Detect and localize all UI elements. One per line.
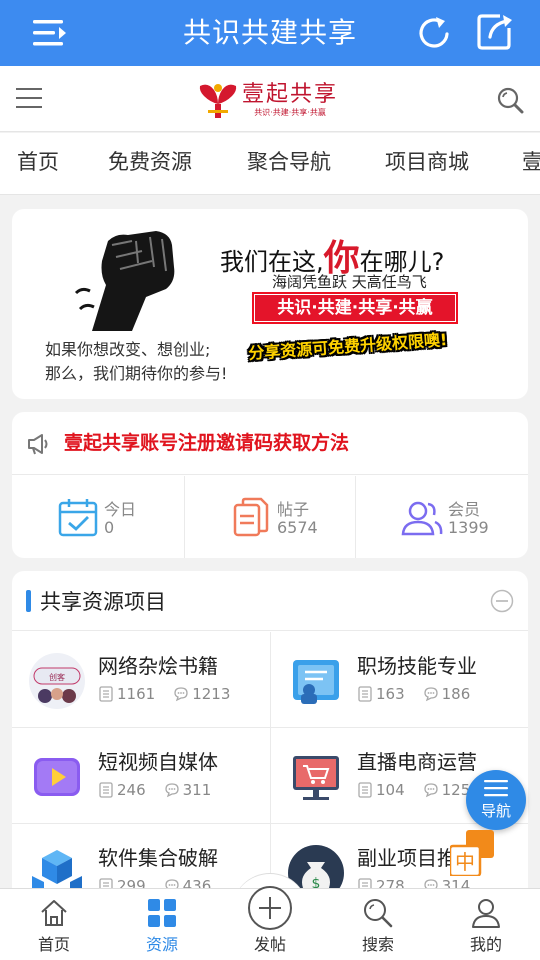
video-thumb-icon (34, 758, 80, 796)
nav-tab-more[interactable]: 壹 (522, 133, 540, 194)
stat-posts-value: 6574 (277, 518, 318, 537)
banner-subline: 海阔凭鱼跃 天高任鸟飞 (272, 273, 427, 291)
nav-tab-home[interactable]: 首页 (17, 133, 59, 194)
home-icon (41, 900, 67, 926)
threads-icon (358, 686, 372, 702)
user-icon (472, 899, 500, 928)
tab-mine-label: 我的 (469, 935, 502, 954)
banner-text-line-1: 如果你想改变、想创业; (45, 340, 211, 359)
project-reply-count: 311 (182, 781, 212, 799)
project-thread-count: 104 (376, 781, 405, 799)
plus-circle-icon[interactable] (247, 885, 293, 931)
section-accent-bar (26, 590, 31, 612)
hamburger-icon[interactable] (16, 86, 42, 110)
documents-icon (233, 497, 269, 537)
project-stats: 246 311 (98, 781, 211, 799)
logo-mark-icon (199, 84, 237, 118)
stat-today[interactable]: 今日 0 (12, 476, 184, 558)
project-thread-count: 1161 (117, 685, 156, 703)
raised-fist-icon (74, 231, 175, 331)
info-card: 壹起共享账号注册邀请码获取方法 今日 0 帖子 6574 会员 1399 (12, 412, 528, 558)
project-item[interactable]: 创客 网络杂烩书籍 1161 1213 (12, 632, 270, 728)
replies-icon (423, 687, 438, 702)
project-stats: 104 125 (357, 781, 470, 799)
app-bar: 共识共建共享 (0, 0, 540, 66)
project-item[interactable]: 短视频自媒体 246 311 (12, 728, 270, 824)
refresh-icon[interactable] (414, 12, 456, 54)
stat-members-value: 1399 (448, 518, 489, 537)
nav-tab-project-mall[interactable]: 项目商城 (385, 133, 469, 194)
tab-mine[interactable]: 我的 (436, 889, 536, 960)
stat-members-label: 会员 (448, 500, 481, 519)
notice-bar[interactable]: 壹起共享账号注册邀请码获取方法 (12, 412, 528, 475)
live-commerce-thumb-icon (293, 756, 339, 800)
banner-promo-text: 分享资源可免费升级权限噢! (247, 330, 448, 363)
books-thumb-icon: 创客 (29, 653, 85, 709)
tab-search[interactable]: 搜索 (328, 889, 428, 960)
floating-nav-label: 导航 (480, 802, 511, 820)
stat-posts-label: 帖子 (277, 500, 310, 519)
tab-search-label: 搜索 (361, 935, 394, 954)
replies-icon (174, 687, 188, 702)
threads-icon (99, 686, 113, 702)
threads-icon (99, 782, 113, 798)
project-stats: 163 186 (357, 685, 470, 703)
project-name: 直播电商运营 (357, 750, 477, 774)
nav-tab-aggregate-nav[interactable]: 聚合导航 (247, 133, 331, 194)
search-icon[interactable] (496, 86, 524, 114)
tab-home-label: 首页 (37, 935, 70, 954)
notice-text: 壹起共享账号注册邀请码获取方法 (64, 432, 350, 454)
project-reply-count: 1213 (192, 685, 231, 703)
project-name: 职场技能专业 (357, 654, 477, 678)
promo-banner[interactable]: 我们在这,你在哪儿? 海阔凭鱼跃 天高任鸟飞 共识·共建·共享·共赢 如果你想改… (12, 209, 528, 399)
tab-resources-label: 资源 (145, 935, 178, 954)
language-badge-text: 中 (455, 850, 475, 874)
search-icon (364, 899, 393, 928)
section-header: 共享资源项目 (12, 571, 528, 631)
tab-home[interactable]: 首页 (4, 889, 104, 960)
project-thread-count: 163 (376, 685, 405, 703)
nav-tabs: 首页 免费资源 聚合导航 项目商城 壹 (0, 133, 540, 195)
project-name: 软件集合破解 (98, 846, 218, 870)
menu-lines-icon (484, 780, 508, 797)
section-title: 共享资源项目 (40, 590, 166, 614)
grid-icon (148, 899, 176, 927)
stat-posts[interactable]: 帖子 6574 (184, 476, 356, 558)
share-edit-icon[interactable] (474, 10, 516, 52)
replies-icon (423, 783, 438, 798)
project-name: 短视频自媒体 (98, 750, 218, 774)
project-name: 网络杂烩书籍 (98, 654, 218, 678)
workplace-skills-thumb-icon (293, 660, 339, 704)
nav-tab-free-resources[interactable]: 免费资源 (108, 133, 192, 194)
site-header: 壹起共享 共识·共建·共享·共赢 (0, 66, 540, 132)
stat-today-value: 0 (104, 518, 115, 537)
collapse-icon[interactable] (490, 589, 514, 613)
banner-text-line-2: 那么，我们期待你的参与! (45, 364, 228, 383)
logo-brand-text: 壹起共享 (242, 82, 339, 107)
project-thread-count: 246 (117, 781, 146, 799)
project-stats: 1161 1213 (98, 685, 230, 703)
site-logo[interactable]: 壹起共享 共识·共建·共享·共赢 (196, 78, 346, 122)
banner-slogan-bar: 共识·共建·共享·共赢 (252, 292, 458, 324)
calendar-check-icon (58, 499, 98, 537)
floating-nav-button[interactable]: 导航 (466, 770, 526, 830)
language-switch-icon[interactable]: 中 (450, 830, 496, 876)
users-icon (401, 501, 443, 536)
megaphone-icon (28, 434, 48, 455)
stat-today-label: 今日 (104, 500, 137, 519)
logo-slogan: 共识·共建·共享·共赢 (254, 108, 326, 117)
threads-icon (358, 782, 372, 798)
app-title: 共识共建共享 (182, 16, 357, 49)
project-reply-count: 186 (441, 685, 471, 703)
tab-post-label: 发帖 (253, 935, 286, 954)
replies-icon (164, 783, 179, 798)
project-item[interactable]: 职场技能专业 163 186 (270, 632, 528, 728)
stat-members[interactable]: 会员 1399 (356, 476, 528, 558)
svg-text:创客: 创客 (49, 672, 65, 682)
tab-resources[interactable]: 资源 (112, 889, 212, 960)
